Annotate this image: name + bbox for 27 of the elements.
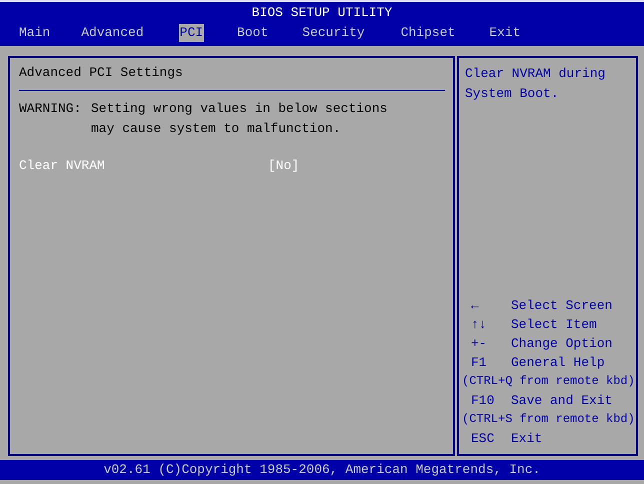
menu-tab[interactable]: Advanced <box>80 24 145 42</box>
menu-tab[interactable]: Chipset <box>400 24 456 42</box>
key-name: ← <box>470 297 480 315</box>
menu-tab[interactable]: Exit <box>488 24 522 42</box>
key-name: ↑↓ <box>470 316 488 334</box>
section-heading: Advanced PCI Settings <box>19 64 184 82</box>
key-action: Exit <box>511 430 542 448</box>
window-title: BIOS SETUP UTILITY <box>250 4 394 22</box>
menu-tab[interactable]: PCI <box>178 24 204 42</box>
key-action: Select Screen <box>511 297 612 315</box>
key-action: Select Item <box>511 316 597 334</box>
key-name: F10 <box>470 392 496 410</box>
key-action: General Help <box>511 354 605 372</box>
key-note: (CTRL+Q from remote kbd) <box>462 373 636 390</box>
help-description: Clear NVRAM during System Boot. <box>465 65 606 103</box>
key-action: Save and Exit <box>511 392 612 410</box>
key-note: (CTRL+S from remote kbd) <box>462 411 636 428</box>
warning-label: WARNING: <box>19 100 82 118</box>
key-name: ESC <box>470 430 496 448</box>
key-name: +- <box>470 335 488 353</box>
copyright-footer: v02.61 (C)Copyright 1985-2006, American Megatrends, Inc. <box>0 460 644 480</box>
key-action: Change Option <box>511 335 612 353</box>
menu-tab[interactable]: Security <box>301 24 366 42</box>
warning-text: Setting wrong values in below sections may cause system to malfunction. <box>91 100 388 138</box>
menu-tab[interactable]: Boot <box>236 24 270 42</box>
key-name: F1 <box>470 354 488 372</box>
menu-tab[interactable]: Main <box>18 24 52 42</box>
